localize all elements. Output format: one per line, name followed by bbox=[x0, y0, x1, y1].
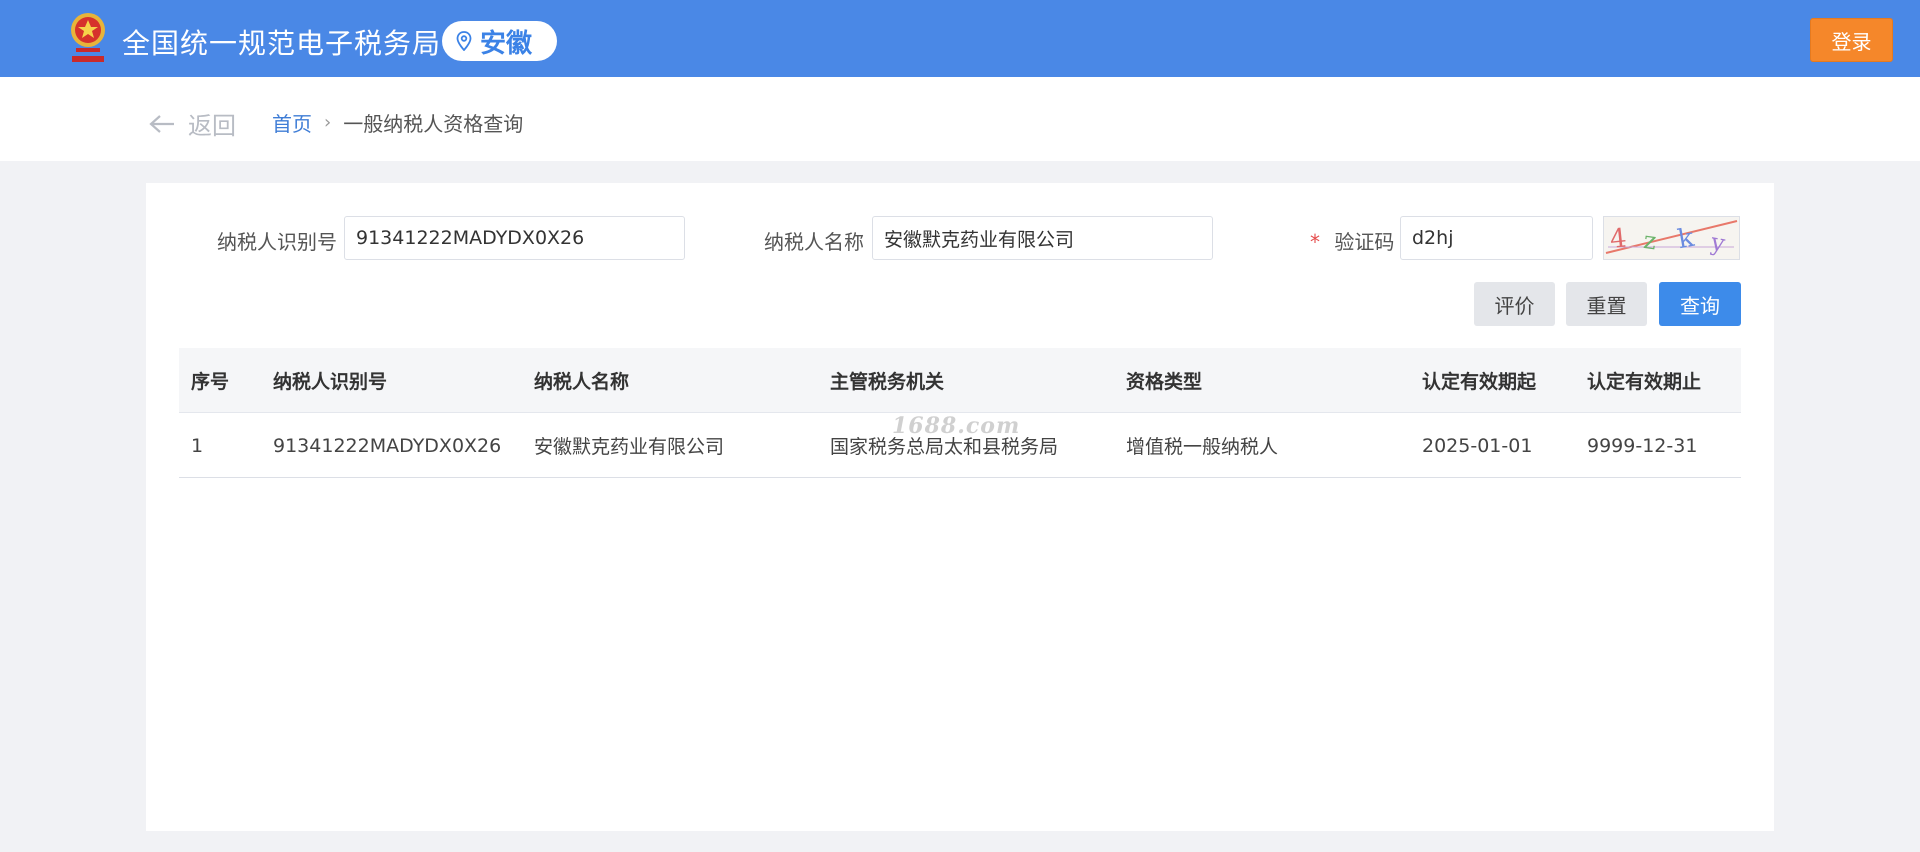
col-header-taxpayer-name: 纳税人名称 bbox=[534, 371, 630, 393]
col-header-tax-authority: 主管税务机关 bbox=[830, 371, 945, 393]
location-pin-icon bbox=[456, 31, 472, 51]
arrow-left-icon bbox=[149, 114, 174, 133]
region-selector[interactable]: 安徽 bbox=[442, 21, 557, 61]
login-button[interactable]: 登录 bbox=[1810, 18, 1893, 62]
evaluate-button[interactable]: 评价 bbox=[1474, 282, 1555, 326]
col-header-valid-to: 认定有效期止 bbox=[1587, 371, 1702, 393]
taxpayer-id-input[interactable] bbox=[344, 216, 685, 260]
cell-qualification-type: 增值税一般纳税人 bbox=[1126, 436, 1279, 458]
breadcrumb: 首页 › 一般纳税人资格查询 bbox=[272, 108, 523, 137]
query-button[interactable]: 查询 bbox=[1659, 282, 1741, 326]
cell-index: 1 bbox=[191, 434, 204, 457]
top-header: 全国统一规范电子税务局 安徽 登录 bbox=[0, 0, 1920, 77]
col-header-qualification-type: 资格类型 bbox=[1126, 371, 1203, 393]
tax-emblem-logo bbox=[71, 13, 105, 62]
captcha-image[interactable]: 4 z k y bbox=[1603, 216, 1740, 260]
cell-valid-from: 2025-01-01 bbox=[1422, 434, 1533, 457]
chevron-right-icon: › bbox=[324, 112, 332, 133]
watermark: 1688.com bbox=[892, 413, 1021, 439]
col-header-valid-from: 认定有效期起 bbox=[1422, 371, 1537, 393]
captcha-label: 验证码 bbox=[1334, 230, 1395, 254]
breadcrumb-current: 一般纳税人资格查询 bbox=[343, 112, 524, 136]
query-panel: 纳税人识别号 纳税人名称 * 验证码 4 z k y 评价 重置 查询 序号 纳… bbox=[146, 183, 1774, 831]
back-button[interactable]: 返回 bbox=[148, 106, 236, 141]
cell-taxpayer-id: 91341222MADYDX0X26 bbox=[273, 434, 502, 457]
col-header-taxpayer-id: 纳税人识别号 bbox=[273, 371, 388, 393]
captcha-input[interactable] bbox=[1400, 216, 1593, 260]
reset-button[interactable]: 重置 bbox=[1566, 282, 1647, 326]
svg-text:k: k bbox=[1676, 223, 1697, 255]
breadcrumb-home[interactable]: 首页 bbox=[272, 108, 312, 137]
cell-valid-to: 9999-12-31 bbox=[1587, 434, 1698, 457]
taxpayer-id-label: 纳税人识别号 bbox=[217, 230, 337, 254]
taxpayer-name-label: 纳税人名称 bbox=[764, 230, 864, 254]
col-header-index: 序号 bbox=[191, 371, 230, 393]
captcha-label-group: * 验证码 bbox=[1310, 226, 1394, 255]
captcha-graphic: 4 z k y bbox=[1605, 220, 1738, 258]
required-mark: * bbox=[1310, 230, 1320, 254]
svg-text:y: y bbox=[1708, 228, 1728, 258]
taxpayer-name-input[interactable] bbox=[872, 216, 1213, 260]
breadcrumb-bar: 返回 首页 › 一般纳税人资格查询 bbox=[0, 77, 1920, 161]
region-name: 安徽 bbox=[480, 28, 533, 59]
svg-text:4: 4 bbox=[1608, 223, 1628, 255]
back-label: 返回 bbox=[188, 112, 236, 140]
table-header: 序号 纳税人识别号 纳税人名称 主管税务机关 资格类型 认定有效期起 认定有效期… bbox=[179, 348, 1741, 413]
cell-taxpayer-name: 安徽默克药业有限公司 bbox=[534, 436, 725, 458]
site-title: 全国统一规范电子税务局 bbox=[122, 27, 442, 60]
svg-text:z: z bbox=[1642, 226, 1658, 255]
